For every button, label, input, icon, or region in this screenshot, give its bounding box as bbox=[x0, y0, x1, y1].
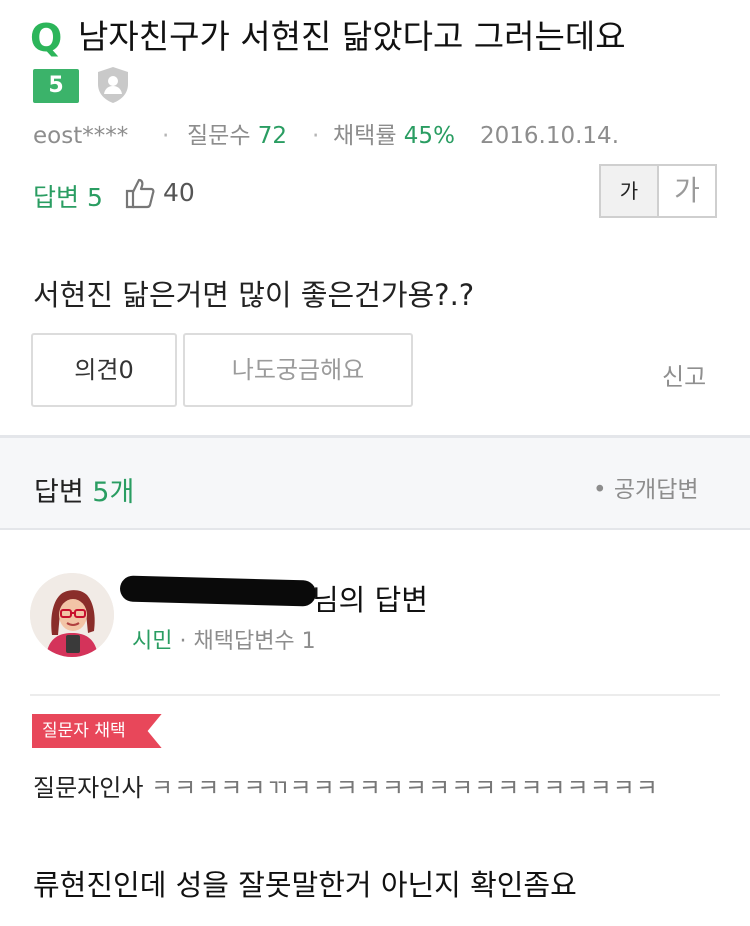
question-title: 남자친구가 서현진 닮았다고 그러는데요 bbox=[78, 17, 626, 56]
accept-rate-value: 45% bbox=[403, 123, 455, 149]
thanks-text: ㅋㅋㅋㅋㅋㄲㅋㅋㅋㅋㅋㅋㅋㅋㅋㅋㅋㅋㅋㅋㅋㅋ bbox=[151, 774, 659, 802]
accepted-tag: 질문자 채택 bbox=[32, 714, 162, 748]
font-size-toggle: 가 가 bbox=[599, 164, 717, 218]
opinion-button[interactable]: 의견0 bbox=[31, 333, 177, 407]
answerer-level: 시민 bbox=[132, 629, 173, 654]
answers-section-title: 답변 5개 bbox=[34, 470, 134, 509]
question-author[interactable]: eost**** bbox=[33, 122, 128, 150]
level-badge: 5 bbox=[33, 69, 79, 103]
curious-button[interactable]: 나도궁금해요 bbox=[183, 333, 413, 407]
avatar[interactable] bbox=[30, 573, 114, 657]
public-answer-filter[interactable]: • 공개답변 bbox=[593, 470, 699, 504]
meta-separator: · bbox=[312, 123, 320, 149]
answerer-name-suffix: 님의 답변 bbox=[312, 583, 428, 617]
answer-divider bbox=[30, 694, 720, 696]
accept-rate: 채택률 45% bbox=[333, 122, 455, 150]
q-icon: Q bbox=[30, 16, 63, 60]
shield-icon bbox=[96, 66, 130, 104]
answers-title-count: 5개 bbox=[92, 477, 135, 508]
adopted-count: · 채택답변수 1 bbox=[179, 629, 316, 654]
answer-body: 류현진인데 성을 잘못말한거 아닌지 확인좀요 bbox=[33, 868, 577, 902]
answers-title-prefix: 답변 bbox=[34, 477, 84, 508]
questioner-thanks: 질문자인사 ㅋㅋㅋㅋㅋㄲㅋㅋㅋㅋㅋㅋㅋㅋㅋㅋㅋㅋㅋㅋㅋㅋ bbox=[33, 768, 659, 803]
answer-count-link[interactable]: 답변 5 bbox=[33, 178, 103, 214]
answerer-meta: 시민 · 채택답변수 1 bbox=[132, 623, 316, 655]
accept-rate-label: 채택률 bbox=[333, 123, 397, 149]
question-count-value: 72 bbox=[257, 123, 288, 149]
redacted-username bbox=[119, 575, 317, 607]
thanks-label: 질문자인사 bbox=[33, 774, 144, 802]
question-count-label: 질문수 bbox=[187, 123, 251, 149]
thumbs-up-icon[interactable] bbox=[123, 176, 157, 210]
question-count: 질문수 72 bbox=[187, 122, 287, 150]
font-large-button[interactable]: 가 bbox=[659, 166, 715, 216]
like-count: 40 bbox=[163, 178, 195, 207]
font-small-button[interactable]: 가 bbox=[601, 166, 659, 216]
meta-separator: · bbox=[162, 123, 170, 149]
question-body: 서현진 닮은거면 많이 좋은건가용?.? bbox=[33, 278, 475, 312]
report-link[interactable]: 신고 bbox=[662, 357, 706, 392]
question-date: 2016.10.14. bbox=[480, 123, 619, 149]
